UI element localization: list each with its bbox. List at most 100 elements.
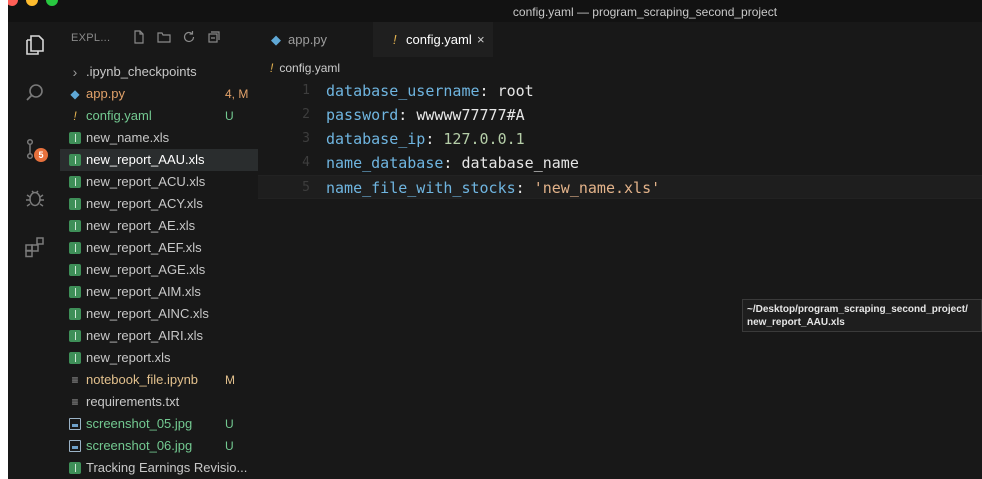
source-control-icon[interactable]: 5 — [22, 136, 48, 162]
breadcrumb-file: config.yaml — [279, 61, 341, 75]
file-name: new_report_AINC.xls — [86, 306, 209, 321]
file-item[interactable]: ! config.yaml U — [60, 105, 258, 127]
file-name: new_report_AGE.xls — [86, 262, 206, 277]
file-name: new_report_AE.xls — [86, 218, 196, 233]
collapse-all-icon[interactable] — [206, 29, 222, 45]
excel-file-icon — [69, 242, 81, 254]
file-item[interactable]: new_report_AGE.xls — [60, 259, 258, 281]
file-item[interactable]: Tracking Earnings Revisio... — [60, 457, 258, 479]
line-number: 1 — [302, 83, 310, 98]
git-status: 4, M — [225, 87, 249, 101]
file-item[interactable]: new_report_AEF.xls — [60, 237, 258, 259]
yaml-value: 'new_name.xls' — [533, 179, 661, 197]
tooltip-line-2: new_report_AAU.xls — [747, 317, 845, 328]
git-status: U — [225, 109, 234, 123]
code-line: 5 name_file_with_stocks: 'new_name.xls' — [258, 175, 982, 199]
file-item[interactable]: new_report_AIRI.xls — [60, 325, 258, 347]
image-file-icon — [69, 418, 81, 430]
code-content: name_file_with_stocks: 'new_name.xls' — [326, 176, 660, 200]
excel-file-icon — [69, 154, 81, 166]
file-name: .ipynb_checkpoints — [86, 64, 197, 79]
file-item[interactable]: screenshot_05.jpg U — [60, 413, 258, 435]
file-name: screenshot_05.jpg — [86, 416, 193, 431]
search-icon[interactable] — [22, 80, 48, 106]
yaml-value: 127.0.0.1 — [443, 130, 525, 148]
tab-config-yaml[interactable]: ! config.yaml × — [373, 22, 493, 57]
line-number: 4 — [302, 155, 310, 170]
file-item[interactable]: new_report.xls — [60, 347, 258, 369]
explorer-header: EXPL... — [60, 26, 258, 50]
file-name: new_report_ACU.xls — [86, 174, 206, 189]
file-name: new_report_ACY.xls — [86, 196, 203, 211]
new-file-icon[interactable] — [131, 29, 147, 45]
explorer-title: EXPL... — [71, 32, 111, 44]
colon: : — [479, 82, 498, 100]
file-item[interactable]: new_report_AE.xls — [60, 215, 258, 237]
line-number: 3 — [302, 131, 310, 146]
file-item[interactable]: new_report_AAU.xls — [60, 149, 258, 171]
breadcrumb[interactable]: ! config.yaml — [270, 59, 340, 77]
tab-label: app.py — [288, 32, 328, 47]
colon: : — [443, 154, 462, 172]
yaml-key: name_database — [326, 154, 444, 172]
excel-file-icon — [69, 352, 81, 364]
code-content: database_ip: 127.0.0.1 — [326, 127, 525, 151]
file-item[interactable]: new_report_ACU.xls — [60, 171, 258, 193]
excel-file-icon — [69, 286, 81, 298]
python-file-icon: ◆ — [70, 87, 80, 101]
excel-file-icon — [69, 462, 81, 474]
window-title: config.yaml — program_scraping_second_pr… — [512, 5, 778, 19]
code-line: 3 database_ip: 127.0.0.1 — [258, 127, 982, 151]
activity-bar: 5 — [8, 22, 60, 479]
git-status: U — [225, 439, 234, 453]
debug-icon[interactable] — [22, 185, 48, 211]
image-file-icon — [69, 440, 81, 452]
source-control-badge: 5 — [34, 148, 48, 162]
excel-file-icon — [69, 308, 81, 320]
vscode-window: config.yaml — program_scraping_second_pr… — [8, 0, 982, 479]
file-item[interactable]: new_report_AIM.xls — [60, 281, 258, 303]
file-name: notebook_file.ipynb — [86, 372, 199, 387]
file-name: screenshot_06.jpg — [86, 438, 193, 453]
code-content: database_username: root — [326, 79, 534, 103]
yaml-file-icon: ! — [270, 61, 274, 75]
file-name: app.py — [86, 86, 126, 101]
file-item[interactable]: ≡ notebook_file.ipynb M — [60, 369, 258, 391]
tab-app-py[interactable]: ◆ app.py — [258, 22, 373, 57]
chevron-right-icon: › — [72, 64, 78, 80]
colon: : — [398, 106, 417, 124]
yaml-key: name_file_with_stocks — [326, 179, 516, 197]
yaml-key: password — [326, 106, 399, 124]
extensions-icon[interactable] — [22, 234, 48, 260]
line-number: 5 — [302, 180, 310, 195]
title-bar: config.yaml — program_scraping_second_pr… — [8, 0, 982, 22]
code-line: 2 password: wwwww77777#A — [258, 103, 982, 127]
excel-file-icon — [69, 132, 81, 144]
colon: : — [515, 179, 534, 197]
file-item[interactable]: ◆ app.py 4, M — [60, 83, 258, 105]
code-editor[interactable]: 1 database_username: root 2 password: wwwww… — [258, 79, 982, 199]
refresh-icon[interactable] — [181, 29, 197, 45]
excel-file-icon — [69, 264, 81, 276]
file-item[interactable]: ≡ requirements.txt — [60, 391, 258, 413]
tab-label: config.yaml — [406, 32, 472, 47]
git-status: U — [225, 417, 234, 431]
file-item[interactable]: new_report_ACY.xls — [60, 193, 258, 215]
file-name: Tracking Earnings Revisio... — [86, 460, 248, 475]
yaml-value: database_name — [461, 154, 579, 172]
file-item[interactable]: screenshot_06.jpg U — [60, 435, 258, 457]
close-tab-icon[interactable]: × — [477, 22, 485, 57]
file-item[interactable]: new_name.xls — [60, 127, 258, 149]
yaml-value: wwwww77777#A — [416, 106, 525, 124]
line-number: 2 — [302, 107, 310, 122]
colon: : — [425, 130, 444, 148]
file-name: new_report.xls — [86, 350, 171, 365]
file-item[interactable]: › .ipynb_checkpoints — [60, 61, 258, 83]
excel-file-icon — [69, 198, 81, 210]
file-name: config.yaml — [86, 108, 152, 123]
yaml-key: database_ip — [326, 130, 426, 148]
new-folder-icon[interactable] — [156, 29, 172, 45]
tooltip-line-1: ~/Desktop/program_scraping_second_projec… — [747, 304, 968, 315]
explorer-icon[interactable] — [22, 32, 48, 58]
file-item[interactable]: new_report_AINC.xls — [60, 303, 258, 325]
